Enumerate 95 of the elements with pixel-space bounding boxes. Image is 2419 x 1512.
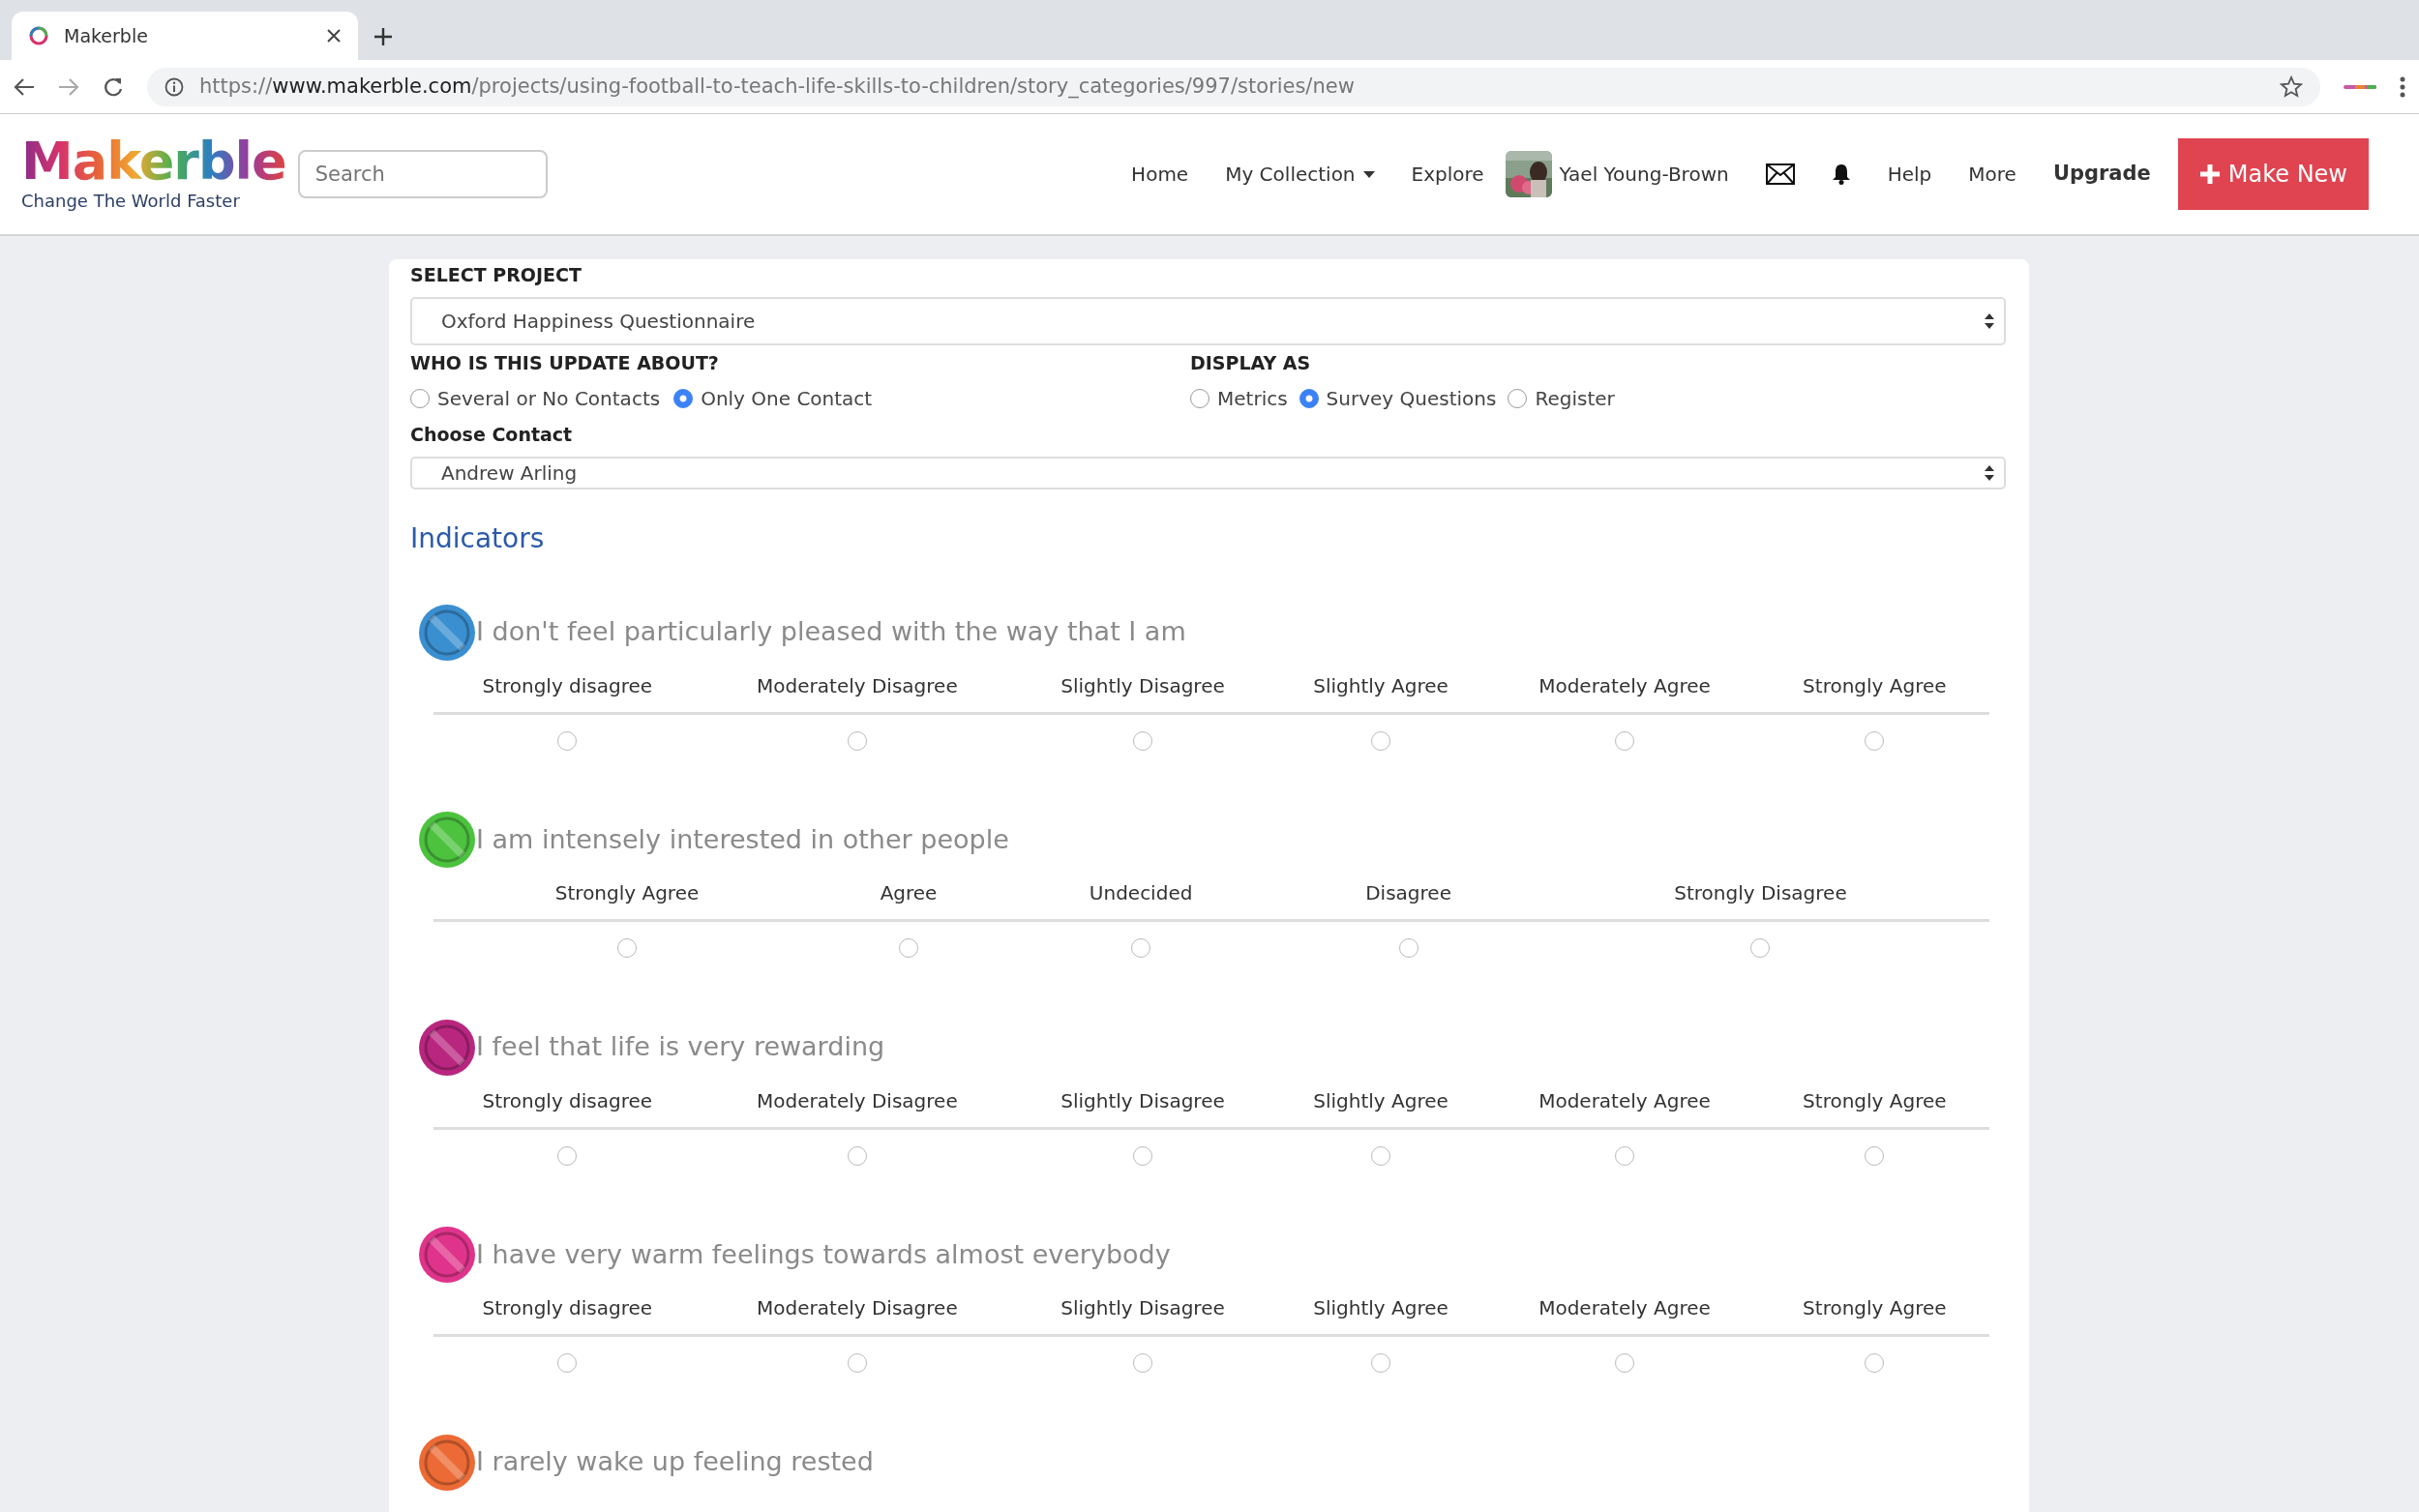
section-title: Indicators bbox=[410, 520, 546, 556]
radio-button[interactable] bbox=[557, 1353, 578, 1373]
tagline: Change The World Faster bbox=[21, 189, 241, 213]
radio-button[interactable] bbox=[673, 389, 694, 408]
new-tab-icon[interactable] bbox=[373, 27, 393, 46]
option-label: Moderately Disagree bbox=[701, 1284, 1014, 1336]
option-label: Slightly Agree bbox=[1271, 661, 1490, 713]
radio-option[interactable]: Only One Contact bbox=[673, 384, 873, 413]
option-label: Disagree bbox=[1285, 869, 1532, 921]
option-label: Moderately Agree bbox=[1489, 1076, 1760, 1128]
close-icon[interactable] bbox=[327, 29, 341, 43]
radio-button[interactable] bbox=[1614, 730, 1634, 751]
tab-title: Makerble bbox=[64, 23, 149, 48]
bell-icon[interactable] bbox=[1831, 163, 1851, 185]
option-label: Slightly Disagree bbox=[1013, 1284, 1272, 1336]
option-label: Moderately Disagree bbox=[701, 661, 1014, 713]
radio-button[interactable] bbox=[1865, 1145, 1885, 1166]
option-label: Agree bbox=[821, 869, 997, 921]
radio-button[interactable] bbox=[1614, 1145, 1634, 1166]
radio-button[interactable] bbox=[899, 938, 919, 958]
radio-button[interactable] bbox=[410, 389, 430, 408]
upgrade-link[interactable]: Upgrade bbox=[2052, 159, 2151, 190]
option-label: Slightly Agree bbox=[1271, 1284, 1490, 1336]
radio-button[interactable] bbox=[1508, 389, 1528, 408]
radio-button[interactable] bbox=[557, 730, 578, 751]
option-label: Strongly Disagree bbox=[1532, 869, 1989, 921]
radio-button[interactable] bbox=[847, 1353, 867, 1373]
make-new-button[interactable]: Make New bbox=[2177, 138, 2369, 210]
option-label: Slightly Disagree bbox=[1013, 1076, 1272, 1128]
radio-button[interactable] bbox=[557, 1145, 578, 1166]
radio-option[interactable]: Survey Questions bbox=[1299, 384, 1497, 413]
radio-button[interactable] bbox=[1750, 938, 1771, 958]
nav-dropdown[interactable]: My Collection bbox=[1225, 160, 1375, 189]
radio-button[interactable] bbox=[617, 938, 638, 958]
nav-link[interactable]: Explore bbox=[1411, 160, 1484, 189]
radio-button[interactable] bbox=[1190, 389, 1210, 408]
question-text: I have very warm feelings towards almost everybody bbox=[476, 1237, 1171, 1271]
option-label: Moderately Agree bbox=[1489, 1284, 1760, 1336]
nav-link[interactable]: Home bbox=[1131, 160, 1189, 189]
option-label: Slightly Agree bbox=[1271, 1076, 1490, 1128]
field-label: DISPLAY AS bbox=[1190, 350, 1312, 375]
radio-button[interactable] bbox=[1865, 730, 1885, 751]
radio-button[interactable] bbox=[1133, 730, 1152, 751]
option-label: Strongly disagree bbox=[433, 661, 702, 713]
browser-tab[interactable]: Makerble bbox=[12, 12, 358, 60]
plus-icon bbox=[2198, 163, 2221, 185]
reload-icon[interactable] bbox=[103, 75, 124, 98]
search-field[interactable]: Search bbox=[297, 150, 548, 198]
option-label: Moderately Agree bbox=[1489, 661, 1760, 713]
nav-link[interactable]: More bbox=[1968, 160, 2016, 189]
radio-button[interactable] bbox=[1371, 730, 1391, 751]
option-label: Undecided bbox=[997, 869, 1286, 921]
menu-icon[interactable] bbox=[2400, 75, 2405, 98]
back-icon[interactable] bbox=[14, 76, 35, 97]
select-field[interactable]: Andrew Arling bbox=[410, 456, 2006, 489]
nav-link[interactable]: Help bbox=[1887, 160, 1932, 189]
star-icon[interactable] bbox=[2280, 74, 2303, 99]
option-label: Slightly Disagree bbox=[1013, 661, 1272, 713]
radio-button[interactable] bbox=[1133, 1145, 1152, 1166]
radio-button[interactable] bbox=[1299, 389, 1319, 408]
mail-icon[interactable] bbox=[1765, 163, 1795, 185]
question-text: I rarely wake up feeling rested bbox=[476, 1445, 874, 1479]
caret-icon bbox=[1362, 170, 1375, 178]
sort-icon bbox=[1985, 464, 1994, 481]
user-menu[interactable]: Yael Young-Brown bbox=[1505, 151, 1729, 197]
radio-option[interactable]: Several or No Contacts bbox=[410, 384, 661, 413]
option-label: Strongly Agree bbox=[1759, 661, 1989, 713]
select-field[interactable]: Oxford Happiness Questionnaire bbox=[410, 296, 2006, 345]
option-label: Moderately Disagree bbox=[701, 1076, 1014, 1128]
radio-button[interactable] bbox=[1371, 1145, 1391, 1166]
option-label: Strongly disagree bbox=[433, 1284, 702, 1336]
radio-option[interactable]: Metrics bbox=[1190, 384, 1288, 413]
radio-button[interactable] bbox=[1131, 938, 1151, 958]
forward-icon[interactable] bbox=[58, 76, 79, 97]
field-label: SELECT PROJECT bbox=[410, 263, 582, 287]
option-label: Strongly Agree bbox=[433, 869, 821, 921]
favicon-icon bbox=[29, 26, 48, 45]
radio-button[interactable] bbox=[1398, 938, 1419, 958]
question-text: I am intensely interested in other people bbox=[476, 822, 1009, 856]
radio-button[interactable] bbox=[847, 730, 867, 751]
question-text: I feel that life is very rewarding bbox=[476, 1030, 885, 1064]
option-label: Strongly disagree bbox=[433, 1076, 702, 1128]
option-label: Strongly Agree bbox=[1759, 1076, 1989, 1128]
radio-button[interactable] bbox=[1371, 1353, 1391, 1373]
radio-button[interactable] bbox=[847, 1145, 867, 1166]
field-label: Choose Contact bbox=[410, 423, 574, 447]
radio-button[interactable] bbox=[1133, 1353, 1152, 1373]
sort-icon bbox=[1985, 312, 1994, 329]
radio-button[interactable] bbox=[1614, 1353, 1634, 1373]
radio-button[interactable] bbox=[1865, 1353, 1885, 1373]
field-label: WHO IS THIS UPDATE ABOUT? bbox=[410, 350, 720, 375]
option-label: Strongly Agree bbox=[1759, 1284, 1989, 1336]
question-text: I don't feel particularly pleased with the way that I am bbox=[476, 615, 1186, 649]
info-icon[interactable] bbox=[164, 76, 184, 97]
radio-option[interactable]: Register bbox=[1508, 384, 1615, 413]
